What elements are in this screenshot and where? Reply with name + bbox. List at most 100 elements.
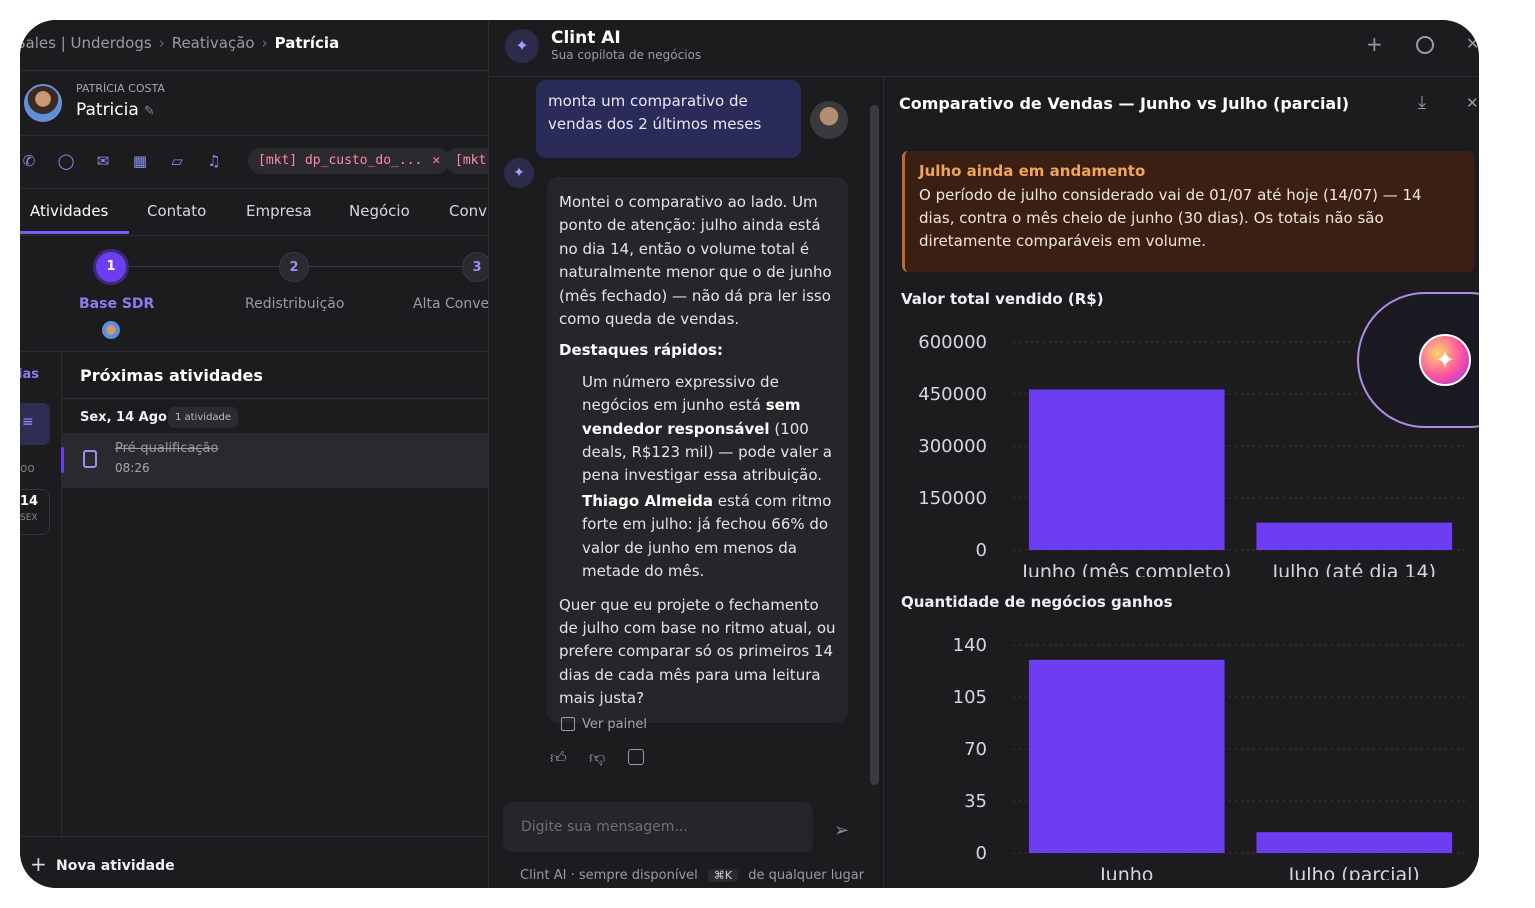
y-tick-label: 300000 <box>918 436 987 457</box>
note-icon[interactable]: ▱ <box>168 152 186 170</box>
divider <box>20 70 488 71</box>
list-item: Um número expressivo de negócios em junh… <box>582 372 832 485</box>
contact-panel: Sales | Underdogs › Reativação › Patrícia PA… <box>20 20 489 888</box>
chart-title: Quantidade de negócios ganhos <box>901 593 1173 611</box>
chat-footer: Clint AI · sempre disponível ⌘K de qualq… <box>520 868 865 883</box>
scrollbar[interactable] <box>870 105 879 785</box>
divider <box>20 836 488 837</box>
x-tick-label: Junho <box>1099 864 1153 880</box>
date-chip[interactable]: 14 SEX <box>20 489 50 535</box>
y-tick-label: 35 <box>964 791 987 812</box>
message-input[interactable]: Digite sua mensagem... <box>503 802 813 852</box>
y-tick-label: 140 <box>953 635 987 656</box>
bar[interactable] <box>1028 389 1225 550</box>
view-panel-link[interactable]: Ver painel <box>582 717 647 732</box>
thumbs-up-icon[interactable]: 👍︎ <box>550 748 567 768</box>
sparkle-icon: ✦ <box>505 29 539 63</box>
ai-paragraph: Quer que eu projete o fechamento de julh… <box>559 595 836 708</box>
plus-icon[interactable]: + <box>1366 32 1383 56</box>
close-icon[interactable]: ✕ <box>1466 34 1479 53</box>
warning-banner: Julho ainda em andamento O período de ju… <box>902 151 1474 272</box>
activity-count-badge: 1 atividade <box>168 407 239 428</box>
sparkle-icon: ✦ <box>504 158 534 188</box>
plus-icon[interactable]: + <box>30 854 47 874</box>
chevron-right-icon: › <box>261 34 268 52</box>
copy-icon[interactable] <box>628 749 644 765</box>
divider <box>20 188 488 189</box>
tab-atividades[interactable]: Atividades <box>30 202 108 220</box>
mail-icon[interactable]: ✉ <box>94 152 112 170</box>
ai-paragraph: Montei o comparativo ao lado. Um ponto d… <box>559 193 832 329</box>
activity-marker <box>61 447 64 473</box>
tab-conversas[interactable]: Conv <box>449 202 487 220</box>
new-activity-button[interactable]: Nova atividade <box>56 858 175 874</box>
chart-title: Valor total vendido (R$) <box>901 290 1104 308</box>
list-item: Thiago Almeida está com ritmo forte em j… <box>582 491 832 581</box>
panel-title: Comparativo de Vendas — Junho vs Julho (… <box>899 94 1350 113</box>
section-title: Próximas atividades <box>80 366 263 385</box>
divider <box>20 351 488 352</box>
warning-body: O período de julho considerado vai de 01… <box>919 186 1422 250</box>
user-message: monta um comparativo de vendas dos 2 últ… <box>536 80 801 158</box>
breadcrumb-current: Patrícia <box>274 34 340 52</box>
chevron-right-icon: › <box>158 34 165 52</box>
chat-title: Clint AI <box>551 28 621 48</box>
breadcrumb-item[interactable]: Sales | Underdogs <box>20 34 152 52</box>
breadcrumb: Sales | Underdogs › Reativação › Patrícia <box>20 34 339 52</box>
step-label: Alta Conve <box>413 296 489 312</box>
list-view-button[interactable]: ≡ <box>20 403 50 445</box>
tag-label: [mkt] dp_custo_do_... <box>258 153 423 168</box>
activity-time: 08:26 <box>115 461 150 475</box>
date-dayname: SEX <box>20 513 38 523</box>
bar[interactable] <box>1028 659 1225 853</box>
bar[interactable] <box>1256 522 1453 550</box>
phone-icon[interactable]: ✆ <box>20 152 38 170</box>
tag-chip[interactable]: [mkt] <box>445 148 488 174</box>
rail-dots: oo <box>20 461 35 475</box>
kbd-shortcut: ⌘K <box>707 869 739 882</box>
bell-icon[interactable]: ♫ <box>205 152 223 170</box>
ai-message: Montei o comparativo ao lado. Um ponto d… <box>547 177 848 723</box>
breadcrumb-item[interactable]: Reativação <box>172 34 255 52</box>
edit-icon[interactable]: ✎ <box>144 104 155 119</box>
y-tick-label: 450000 <box>918 384 987 405</box>
activity-item[interactable]: Pré-qualificação 08:26 <box>61 433 488 488</box>
user-avatar <box>810 101 848 139</box>
activity-title: Pré-qualificação <box>115 441 219 456</box>
thumbs-down-icon[interactable]: 👎︎ <box>589 748 605 768</box>
tab-contato[interactable]: Contato <box>147 202 206 220</box>
close-icon[interactable]: ✕ <box>432 153 440 168</box>
step-label: Redistribuição <box>245 296 345 312</box>
app-window: Sales | Underdogs › Reativação › Patrícia PA… <box>20 20 1479 888</box>
send-icon[interactable]: ➢ <box>834 820 849 841</box>
tab-active-indicator <box>20 231 129 234</box>
chat-icon[interactable]: ◯ <box>57 152 75 170</box>
activity-date: Sex, 14 Ago <box>80 410 167 425</box>
history-icon[interactable] <box>1416 36 1434 54</box>
divider <box>20 235 488 236</box>
date-day: 14 <box>20 494 39 509</box>
calendar-icon[interactable]: ▦ <box>131 152 149 170</box>
x-tick-label: Julho (parcial) <box>1288 864 1420 880</box>
avatar <box>24 84 62 122</box>
tag-chip[interactable]: [mkt] dp_custo_do_... ✕ <box>248 148 451 174</box>
clipboard-icon <box>83 450 97 468</box>
x-tick-label: Julho (até dia 14) <box>1272 561 1436 577</box>
step-2[interactable]: 2 <box>279 252 309 282</box>
download-icon[interactable]: ⤓ <box>1418 92 1426 113</box>
divider <box>61 398 488 399</box>
close-icon[interactable]: ✕ <box>1466 94 1479 112</box>
bar[interactable] <box>1256 832 1453 853</box>
y-tick-label: 0 <box>976 540 987 561</box>
tab-empresa[interactable]: Empresa <box>246 202 312 220</box>
tag-label: [mkt] <box>455 153 488 168</box>
step-3[interactable]: 3 <box>462 252 488 282</box>
y-tick-label: 70 <box>964 739 987 760</box>
contact-name: Patricia <box>76 100 139 120</box>
tab-negocio[interactable]: Negócio <box>349 202 410 220</box>
step-1[interactable]: 1 <box>96 252 126 282</box>
warning-title: Julho ainda em andamento <box>919 162 1146 180</box>
divider <box>61 351 62 836</box>
contact-kicker: PATRÍCIA COSTA <box>76 82 165 95</box>
y-tick-label: 600000 <box>918 332 987 353</box>
